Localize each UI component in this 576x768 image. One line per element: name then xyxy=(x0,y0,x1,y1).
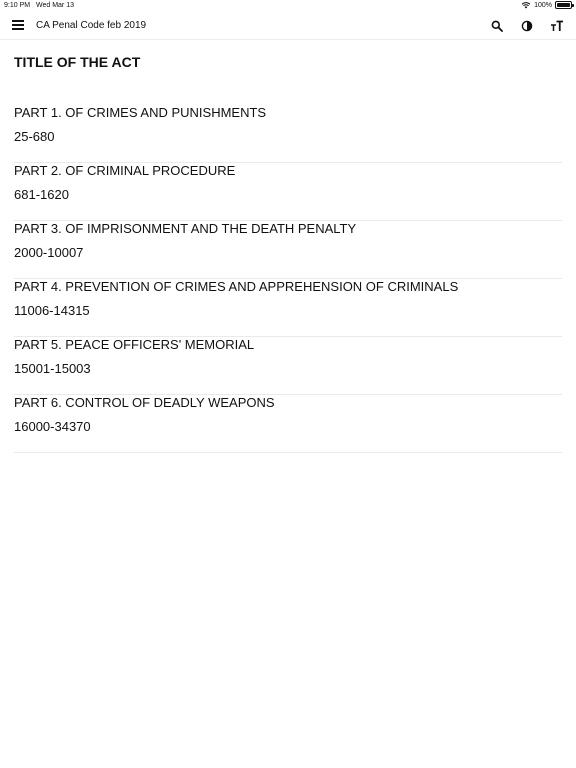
battery-icon xyxy=(555,1,574,9)
part-title: PART 5. PEACE OFFICERS' MEMORIAL xyxy=(14,337,255,352)
list-item[interactable]: PART 6. CONTROL OF DEADLY WEAPONS 16000-… xyxy=(14,395,562,453)
part-range: 16000-34370 xyxy=(14,419,91,434)
status-bar: 9:10 PM Wed Mar 13 100% xyxy=(0,0,576,12)
part-range: 15001-15003 xyxy=(14,361,91,376)
wifi-icon xyxy=(521,1,531,9)
text-size-icon[interactable] xyxy=(548,17,566,35)
part-range: 681-1620 xyxy=(14,187,69,202)
part-title: PART 6. CONTROL OF DEADLY WEAPONS xyxy=(14,395,275,410)
part-title: PART 2. OF CRIMINAL PROCEDURE xyxy=(14,163,236,178)
part-range: 25-680 xyxy=(14,129,55,144)
status-indicators: 100% xyxy=(521,1,574,9)
main-content: TITLE OF THE ACT PART 1. OF CRIMES AND P… xyxy=(14,40,562,453)
contrast-icon[interactable] xyxy=(518,17,536,35)
part-title: PART 4. PREVENTION OF CRIMES AND APPREHE… xyxy=(14,279,459,294)
part-range: 11006-14315 xyxy=(14,303,90,318)
status-time: 9:10 PM xyxy=(4,2,31,9)
list-item[interactable]: PART 3. OF IMPRISONMENT AND THE DEATH PE… xyxy=(14,221,562,279)
menu-icon[interactable] xyxy=(12,20,24,30)
list-item[interactable]: PART 1. OF CRIMES AND PUNISHMENTS 25-680 xyxy=(14,105,562,163)
part-title: PART 1. OF CRIMES AND PUNISHMENTS xyxy=(14,105,267,120)
list-item[interactable]: PART 2. OF CRIMINAL PROCEDURE 681-1620 xyxy=(14,163,562,221)
list-item[interactable]: PART 5. PEACE OFFICERS' MEMORIAL 15001-1… xyxy=(14,337,562,395)
parts-list: PART 1. OF CRIMES AND PUNISHMENTS 25-680… xyxy=(14,105,562,453)
app-bar: CA Penal Code feb 2019 xyxy=(0,12,576,40)
page-title: TITLE OF THE ACT xyxy=(14,54,141,70)
battery-percentage: 100% xyxy=(534,1,552,9)
search-icon[interactable] xyxy=(488,17,506,35)
app-title: CA Penal Code feb 2019 xyxy=(36,20,147,31)
part-range: 2000-10007 xyxy=(14,245,84,260)
status-date: Wed Mar 13 xyxy=(36,2,74,9)
list-item[interactable]: PART 4. PREVENTION OF CRIMES AND APPREHE… xyxy=(14,279,562,337)
part-title: PART 3. OF IMPRISONMENT AND THE DEATH PE… xyxy=(14,221,357,236)
